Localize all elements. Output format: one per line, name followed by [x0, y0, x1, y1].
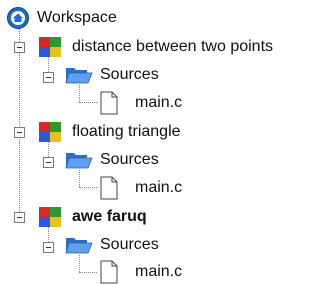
folder-node[interactable]: Sources [65, 63, 159, 87]
workspace-globe-icon [7, 7, 29, 29]
file-icon [100, 176, 118, 200]
folder-label: Sources [100, 151, 159, 168]
file-node[interactable]: main.c [99, 260, 182, 284]
workspace-node[interactable]: Workspace [6, 6, 117, 30]
collapse-toggle[interactable] [14, 42, 25, 53]
file-icon [100, 260, 118, 284]
tree-guide [79, 187, 97, 188]
file-node[interactable]: main.c [99, 176, 182, 200]
project-icon [39, 37, 61, 57]
collapse-toggle[interactable] [14, 127, 25, 138]
file-icon [100, 91, 118, 115]
project-label: floating triangle [72, 123, 181, 140]
project-node[interactable]: distance between two points [38, 35, 273, 59]
workspace-tree[interactable]: Workspace distance between two points So… [0, 0, 329, 284]
collapse-toggle[interactable] [43, 242, 54, 253]
collapse-toggle[interactable] [14, 212, 25, 223]
file-label: main.c [135, 179, 183, 196]
tree-guide [79, 255, 80, 272]
tree-guide [79, 102, 97, 103]
file-node[interactable]: main.c [99, 91, 182, 115]
folder-icon [65, 68, 93, 84]
folder-label: Sources [100, 66, 159, 83]
file-label: main.c [135, 263, 183, 280]
folder-label: Sources [100, 236, 159, 253]
project-label: distance between two points [72, 38, 274, 55]
tree-guide [79, 170, 80, 187]
tree-guide [79, 272, 97, 273]
file-label: main.c [135, 94, 183, 111]
collapse-toggle[interactable] [43, 72, 54, 83]
project-node[interactable]: floating triangle [38, 120, 181, 144]
folder-node[interactable]: Sources [65, 233, 159, 257]
project-node-active[interactable]: awe faruq [38, 205, 147, 229]
folder-node[interactable]: Sources [65, 148, 159, 172]
collapse-toggle[interactable] [43, 157, 54, 168]
project-icon [39, 122, 61, 142]
folder-icon [65, 238, 93, 254]
folder-icon [65, 153, 93, 169]
tree-guide [19, 28, 20, 218]
project-icon [39, 207, 61, 227]
project-label: awe faruq [72, 208, 147, 225]
workspace-label: Workspace [37, 9, 117, 26]
tree-guide [79, 85, 80, 102]
